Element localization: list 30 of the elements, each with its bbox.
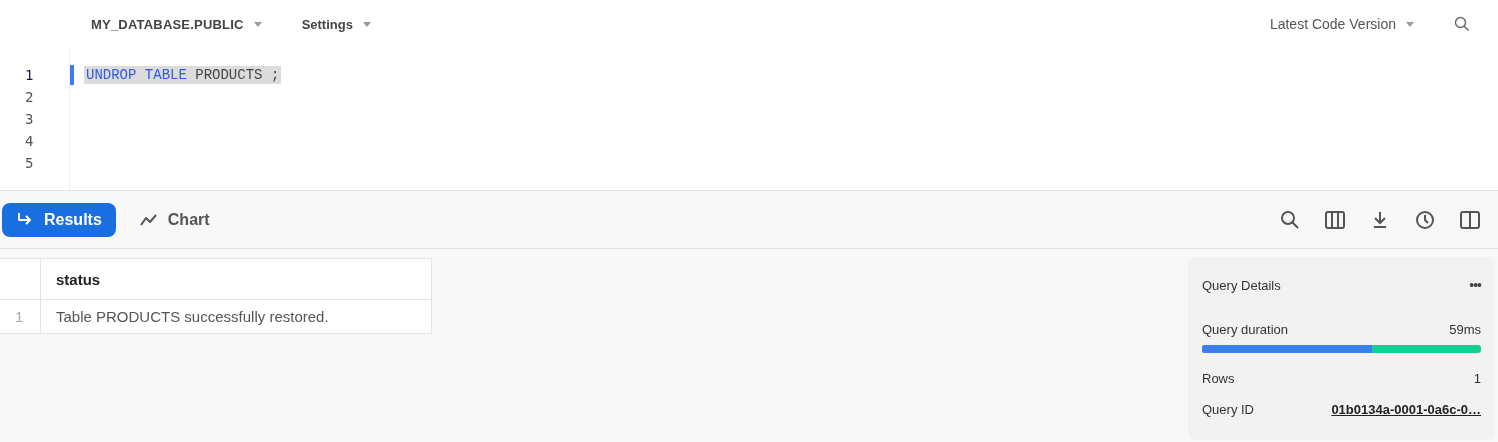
line-number: 1 xyxy=(24,66,35,85)
panel-title: Query Details xyxy=(1202,277,1281,293)
line-number: 4 xyxy=(24,132,35,151)
rows-value: 1 xyxy=(1473,370,1481,386)
query-id-label: Query ID xyxy=(1202,401,1254,417)
row-number: 1 xyxy=(0,299,41,334)
duration-value: 59ms xyxy=(1449,321,1481,337)
clock-icon[interactable] xyxy=(1415,209,1435,230)
duration-label: Query duration xyxy=(1202,321,1288,337)
line-number: 3 xyxy=(24,110,35,129)
caret-icon xyxy=(253,21,262,27)
split-panel-icon[interactable] xyxy=(1460,209,1480,230)
more-button[interactable]: ••• xyxy=(1469,277,1481,293)
settings-dropdown[interactable]: Settings xyxy=(301,16,371,32)
query-id-link[interactable]: 01b0134a-0001-0a6c-0… xyxy=(1331,401,1481,417)
version-dropdown[interactable]: Latest Code Version xyxy=(1269,16,1414,32)
database-dropdown[interactable]: MY_DATABASE.PUBLIC xyxy=(91,16,262,32)
column-header: status xyxy=(40,258,432,300)
columns-icon[interactable] xyxy=(1325,209,1345,230)
search-icon[interactable] xyxy=(1280,209,1300,230)
line-number: 2 xyxy=(24,88,35,107)
rows-label: Rows xyxy=(1202,370,1235,386)
caret-icon xyxy=(1406,21,1414,27)
caret-icon xyxy=(362,21,371,27)
results-tab[interactable]: Results xyxy=(2,202,116,237)
table-cell: Table PRODUCTS successfully restored. xyxy=(40,299,432,334)
chart-tab[interactable]: Chart xyxy=(125,202,224,237)
search-icon[interactable] xyxy=(1454,16,1470,32)
line-chart-icon xyxy=(139,212,158,227)
line-number: 5 xyxy=(24,154,35,173)
